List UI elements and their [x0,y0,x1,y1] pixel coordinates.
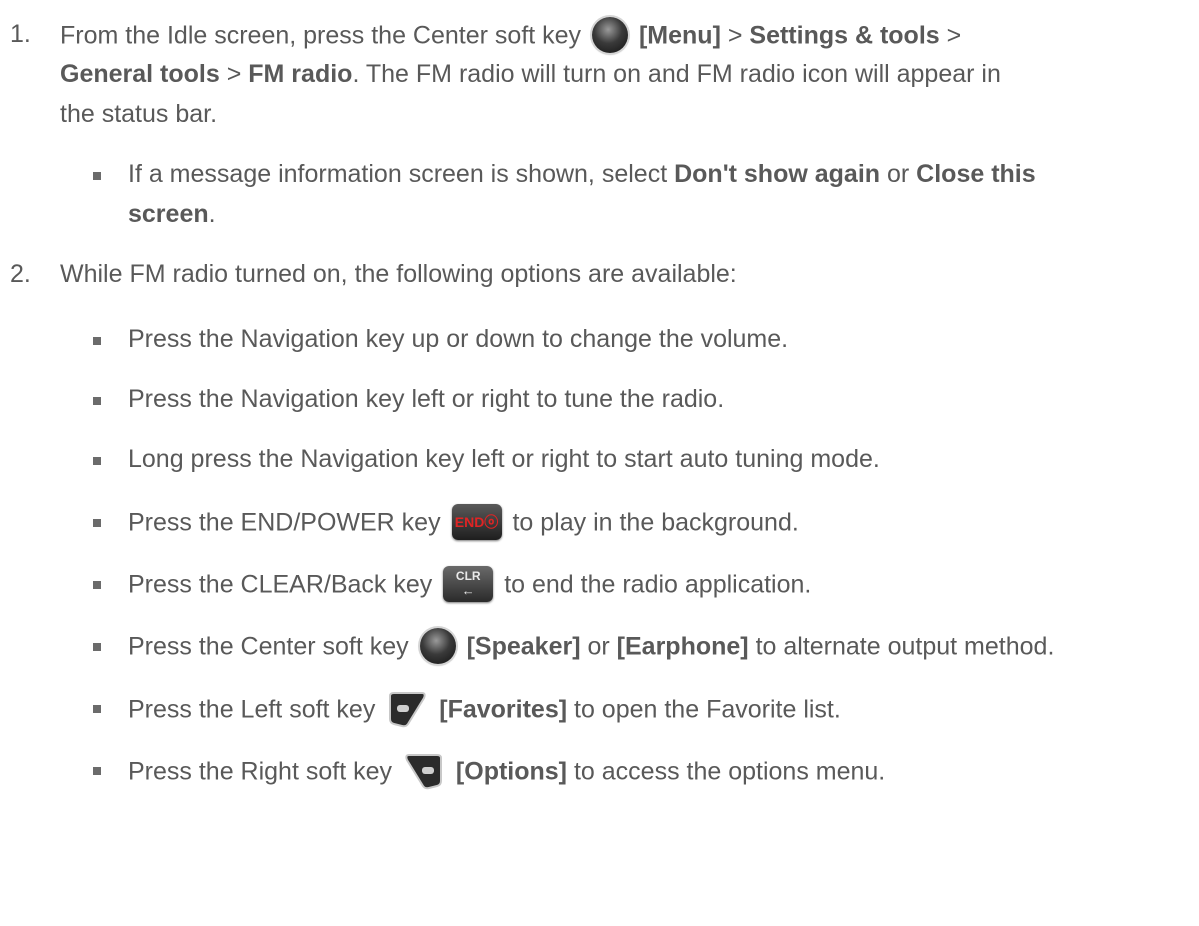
right-soft-key-icon [405,754,442,790]
step-1-line-2: General tools > FM radio. The FM radio w… [60,60,1001,88]
bullet-icon [93,519,101,527]
bullet-clear-key: Press the CLEAR/Back key CLR ← to end the… [128,566,811,604]
bullet-icon [93,397,101,405]
bullet-icon [93,172,101,180]
bullet-icon [93,581,101,589]
center-soft-key-icon [419,628,456,664]
step-1-line-1: From the Idle screen, press the Center s… [60,17,961,55]
step-2-number: 2. [10,260,31,288]
step-1-sub-line-1: If a message information screen is shown… [128,160,1036,188]
bullet-icon [93,643,101,651]
clear-back-key-icon: CLR ← [443,566,494,602]
step-1-sub-line-2: screen. [128,200,216,228]
center-soft-key-icon [592,17,629,53]
end-power-key-icon: ENDⓞ [451,504,502,540]
bullet-volume: Press the Navigation key up or down to c… [128,325,789,353]
bullet-center-key: Press the Center soft key [Speaker] or [… [128,628,1054,666]
bullet-end-key: Press the END/POWER key ENDⓞ to play in … [128,504,799,542]
bullet-tune: Press the Navigation key left or right t… [128,385,725,413]
left-soft-key-icon [389,692,426,728]
bullet-icon [93,337,101,345]
bullet-icon [93,767,101,775]
bullet-auto-tune: Long press the Navigation key left or ri… [128,445,880,473]
step-2-intro: While FM radio turned on, the following … [60,260,737,288]
step-1-number: 1. [10,20,31,48]
step-1-line-3: the status bar. [60,100,218,128]
bullet-icon [93,457,101,465]
bullet-right-soft-key: Press the Right soft key [Options] to ac… [128,754,885,792]
bullet-left-soft-key: Press the Left soft key [Favorites] to o… [128,692,841,730]
bullet-icon [93,705,101,713]
